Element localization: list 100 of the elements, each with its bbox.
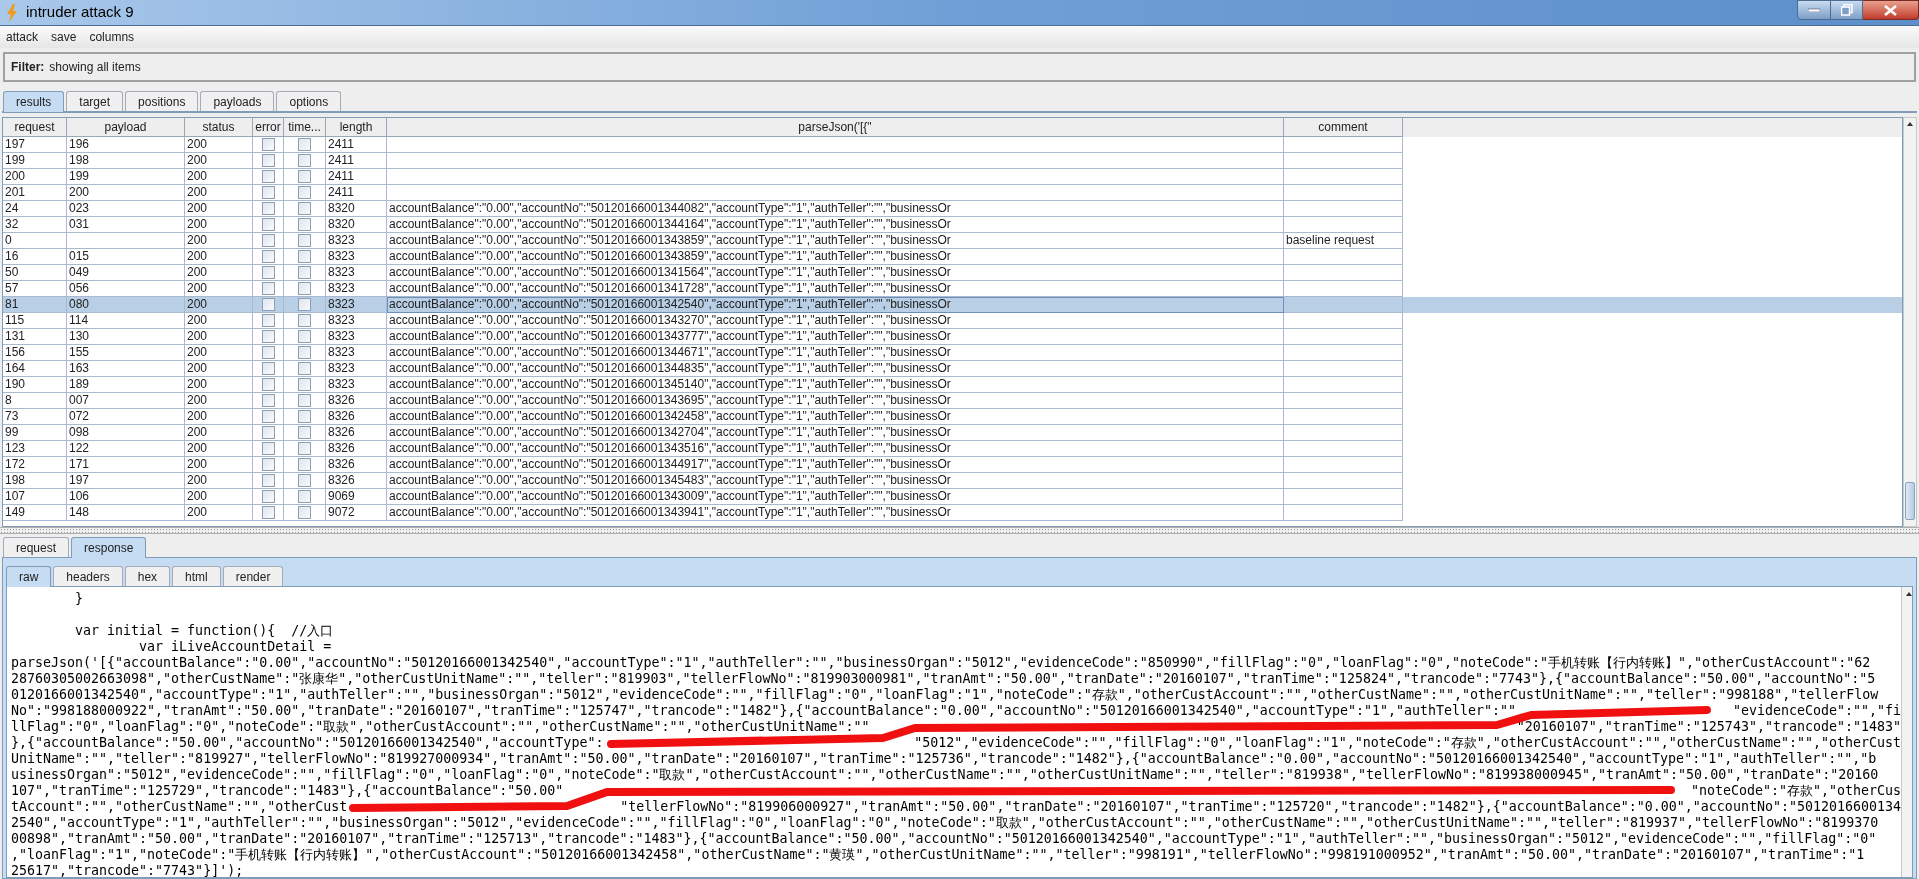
checkbox[interactable] <box>261 234 275 247</box>
tab[interactable]: request <box>3 537 70 558</box>
code-line: "noteCode":"存款","otherCus <box>1690 783 1901 799</box>
checkbox[interactable] <box>298 218 311 231</box>
checkbox[interactable] <box>261 282 275 295</box>
code-line: 2540","accountType":"1","authTeller":"","businessOrgan":"5012","evidenceCode":"","fillFlag":"0","loanFlag":"0","noteCode":"取款","otherCustAccount":"","otherCustName":"","otherCustUnitName":"","teller":"819937","tellerFlowNo":"8199370 <box>11 815 1879 831</box>
checkbox[interactable] <box>261 186 275 199</box>
checkbox[interactable] <box>298 442 311 455</box>
checkbox[interactable] <box>261 378 275 391</box>
minimize-button[interactable] <box>1797 0 1831 20</box>
checkbox[interactable] <box>298 282 311 295</box>
checkbox[interactable] <box>261 490 275 503</box>
table-row[interactable]: 81 080 200 8323 accountBalance":"0.00","accountNo":"50120166001342540","accountType":"1","authTeller":"","businessOr <box>3 297 1902 313</box>
checkbox[interactable] <box>261 218 275 231</box>
tab[interactable]: headers <box>53 566 123 587</box>
code-line: 0120166001342540","accountType":"1","authTeller":"","businessOrgan":"5012","evidenceCode":"","fillFlag":"0","loanFlag":"1","noteCode":"存款","otherCustAccount":"","otherCustName":"","otherCustUnitName":"","teller":"998188","tellerFlow <box>11 687 1879 703</box>
checkbox[interactable] <box>261 442 275 455</box>
checkbox[interactable] <box>261 474 275 487</box>
code-line: var initial = function(){ //入口 <box>74 623 334 639</box>
table-cell: accountBalance":"0.00","accountNo":"50120166001343941","accountType":"1","authTeller":"","businessOr <box>387 505 1284 521</box>
tab[interactable]: options <box>276 91 342 112</box>
code-line: "20160107","tranTime":"125743","trancode":"1483" <box>1516 719 1901 735</box>
lightning-icon <box>6 3 18 22</box>
checkbox[interactable] <box>261 410 275 423</box>
checkbox[interactable] <box>298 234 311 247</box>
tab[interactable]: hex <box>124 566 171 587</box>
tab[interactable]: results <box>3 91 65 112</box>
checkbox[interactable] <box>298 330 311 343</box>
checkbox[interactable] <box>298 314 311 327</box>
tab[interactable]: html <box>172 566 221 587</box>
window-title: intruder attack 9 <box>26 2 134 23</box>
checkbox[interactable] <box>298 250 311 263</box>
scroll-thumb[interactable] <box>1905 482 1915 520</box>
checkbox[interactable] <box>298 186 311 199</box>
checkbox[interactable] <box>298 154 311 167</box>
checkbox[interactable] <box>298 426 311 439</box>
tab[interactable]: response <box>71 537 147 558</box>
restore-icon <box>1840 4 1853 16</box>
tab[interactable]: target <box>66 91 124 112</box>
table-cell: 149 <box>3 505 67 521</box>
checkbox[interactable] <box>261 346 275 359</box>
checkbox[interactable] <box>261 170 275 183</box>
code-line: },{"accountBalance":"50.00","accountNo":"50120166001342540","accountType": <box>11 735 604 751</box>
checkbox[interactable] <box>261 138 275 151</box>
table-cell: 9072 <box>326 505 387 521</box>
checkbox[interactable] <box>298 458 311 471</box>
checkbox[interactable] <box>298 266 311 279</box>
code-line: "tellerFlowNo":"819906000927","tranAmt":"50.00","tranDate":"20160107","tranTime":"125720","trancode":"1482"},{"accountBalance":"0.00","accountNo":"5012016600134 <box>620 799 1901 815</box>
table-cell: accountBalance":"0.00","accountNo":"50120166001342540","accountType":"1","authTeller":"","businessOr <box>387 297 1284 313</box>
checkbox[interactable] <box>298 298 311 311</box>
checkbox[interactable] <box>261 314 275 327</box>
code-line: "evidenceCode":"","fi <box>1732 703 1901 719</box>
checkbox[interactable] <box>261 298 275 311</box>
restore-button[interactable] <box>1831 0 1863 20</box>
checkbox[interactable] <box>298 170 311 183</box>
tab[interactable]: positions <box>125 91 199 112</box>
checkbox[interactable] <box>261 250 275 263</box>
menu-item[interactable]: attack <box>6 28 38 46</box>
checkbox[interactable] <box>298 474 311 487</box>
checkbox[interactable] <box>261 426 275 439</box>
menu-item[interactable]: save <box>51 28 77 46</box>
tab[interactable]: render <box>222 566 284 587</box>
checkbox[interactable] <box>261 202 275 215</box>
checkbox[interactable] <box>261 266 275 279</box>
checkbox[interactable] <box>298 362 311 375</box>
filter-label: Filter: <box>11 59 45 76</box>
table-cell: 200 <box>185 505 253 521</box>
code-line: tAccount":"","otherCustName":"","otherCust <box>11 799 348 815</box>
checkbox[interactable] <box>298 378 311 391</box>
code-line: parseJson('[{"accountBalance":"0.00","accountNo":"50120166001342540","accountType":"1","authTeller":"","businessOrgan":"5012","evidenceCode":"850990","fillFlag":"0","loanFlag":"0","noteCode":"手机转账【行内转账】","otherCustAccount":"62 <box>11 655 1871 671</box>
checkbox[interactable] <box>261 330 275 343</box>
scrollbar[interactable] <box>1901 587 1912 877</box>
table-cell: 148 <box>67 505 185 521</box>
tab[interactable]: raw <box>6 566 52 587</box>
checkbox[interactable] <box>298 346 311 359</box>
code-line: 107","tranTime":"125729","trancode":"1483"},{"accountBalance":"50.00" <box>11 783 564 799</box>
checkbox[interactable] <box>261 394 275 407</box>
checkbox[interactable] <box>298 394 311 407</box>
checkbox[interactable] <box>298 490 311 503</box>
menu-item[interactable]: columns <box>89 28 135 46</box>
checkbox[interactable] <box>298 202 311 215</box>
filter-bar[interactable]: Filter: showing all items <box>3 52 1916 82</box>
checkbox[interactable] <box>298 138 311 151</box>
code-line: 28760305002663098","otherCustName":"张康华","otherCustUnitName":"","teller":"819903","tellerFlowNo":"819903000981","tranAmt":"50.00","tranDate":"20160107","tranTime":"125824","trancode":"7743"},{"accountBalance":"50.00","accountNo":"5 <box>11 671 1876 687</box>
checkbox[interactable] <box>261 154 275 167</box>
splitter[interactable] <box>0 527 1919 534</box>
code-line: 25617","trancode":"7743"}]'); <box>11 863 244 877</box>
checkbox[interactable] <box>298 410 311 423</box>
code-line: 00898","tranAmt":"50.00","tranDate":"20160107","tranTime":"125713","trancode":"1483"},{"accountBalance":"50.00","accountNo":"50120166001342540","accountType":"1","authTeller":"","businessOrgan":"5012","evidenceCode":"","fillFlag":"0" <box>11 831 1877 847</box>
close-button[interactable] <box>1863 0 1919 20</box>
checkbox[interactable] <box>298 506 311 519</box>
checkbox[interactable] <box>261 458 275 471</box>
code-line: } <box>74 591 84 607</box>
tab[interactable]: payloads <box>200 91 275 112</box>
checkbox[interactable] <box>261 362 275 375</box>
code-line: No":"998188000922","tranAmt":"50.00","tranDate":"20160107","tranTime":"125747","trancode":"1482"},{"accountBalance":"0.00","accountNo":"50120166001342540","accountType":"1","authTeller":"" <box>11 703 1516 719</box>
code-line: "5012","evidenceCode":"","fillFlag":"0","loanFlag":"1","noteCode":"存款","otherCustAccount":"","otherCustName":"","otherCust <box>914 735 1901 751</box>
checkbox[interactable] <box>261 506 275 519</box>
close-icon <box>1884 4 1897 16</box>
scrollbar[interactable] <box>1903 117 1917 527</box>
